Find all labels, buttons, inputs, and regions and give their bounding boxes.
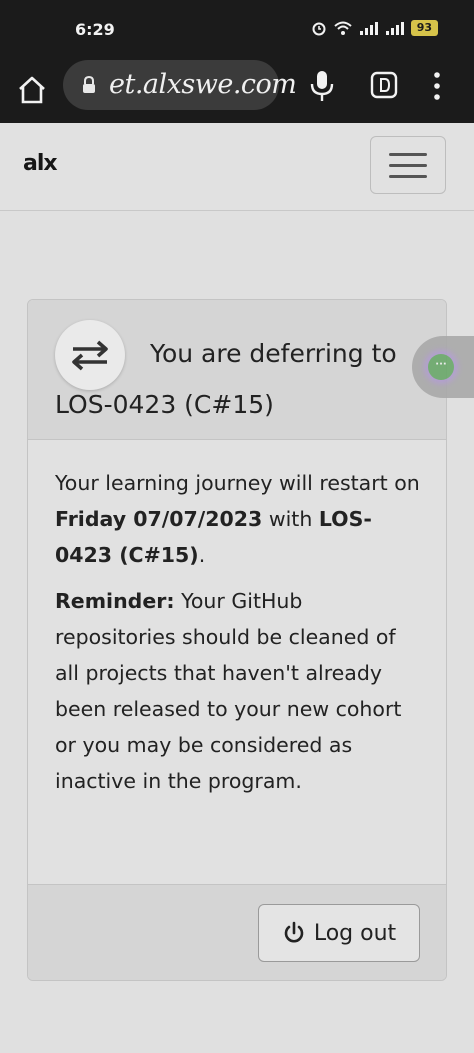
browser-toolbar: et.alxswe.com [0, 60, 474, 123]
home-icon[interactable] [14, 72, 50, 108]
floating-bubble-icon: ··· [428, 354, 454, 380]
restart-text-end: . [198, 543, 206, 567]
alarm-icon [312, 22, 326, 36]
address-bar[interactable]: et.alxswe.com [63, 60, 297, 110]
signal-icon-1 [359, 22, 378, 35]
hamburger-icon [389, 175, 427, 178]
logout-label: Log out [313, 920, 397, 946]
more-vertical-icon[interactable] [428, 69, 446, 103]
floating-bubble[interactable]: ··· [412, 336, 474, 398]
signal-icon-2 [385, 22, 404, 35]
status-bar: 6:29 93 [0, 0, 474, 60]
hamburger-icon [389, 164, 427, 167]
swap-arrows-icon [72, 340, 108, 371]
logout-button[interactable]: Log out [258, 904, 420, 962]
alx-logo[interactable]: alx [23, 151, 58, 176]
reminder-label: Reminder: [55, 589, 175, 613]
wifi-icon [334, 21, 352, 35]
site-navbar: alx [0, 123, 474, 211]
card-header: You are deferring to LOS-0423 (C#15) [28, 300, 446, 440]
hamburger-icon [389, 153, 427, 156]
lock-icon [83, 76, 95, 93]
restart-date: Friday 07/07/2023 [55, 507, 263, 531]
restart-text-1: Your learning journey will restart on [55, 471, 420, 495]
mic-icon[interactable] [306, 69, 338, 103]
card-title-line1: You are deferring to [150, 339, 397, 368]
status-time: 6:29 [75, 20, 115, 39]
power-icon [284, 921, 304, 943]
battery-indicator: 93 [410, 20, 438, 36]
swap-icon-circle [55, 320, 125, 390]
reminder-text: Your GitHub repositories should be clean… [55, 589, 402, 793]
card-footer: Log out [28, 884, 446, 980]
card-body: Your learning journey will restart on Fr… [55, 465, 425, 809]
reminder-paragraph: Reminder: Your GitHub repositories shoul… [55, 583, 425, 799]
deferral-card: You are deferring to LOS-0423 (C#15) You… [27, 299, 447, 981]
restart-paragraph: Your learning journey will restart on Fr… [55, 465, 425, 573]
card-title-line2: LOS-0423 (C#15) [55, 390, 274, 419]
extension-icon[interactable] [370, 71, 398, 99]
restart-text-2: with [262, 507, 319, 531]
url-text: et.alxswe.com [109, 69, 297, 100]
hamburger-menu-button[interactable] [370, 136, 446, 194]
status-icons: 93 [311, 20, 438, 36]
